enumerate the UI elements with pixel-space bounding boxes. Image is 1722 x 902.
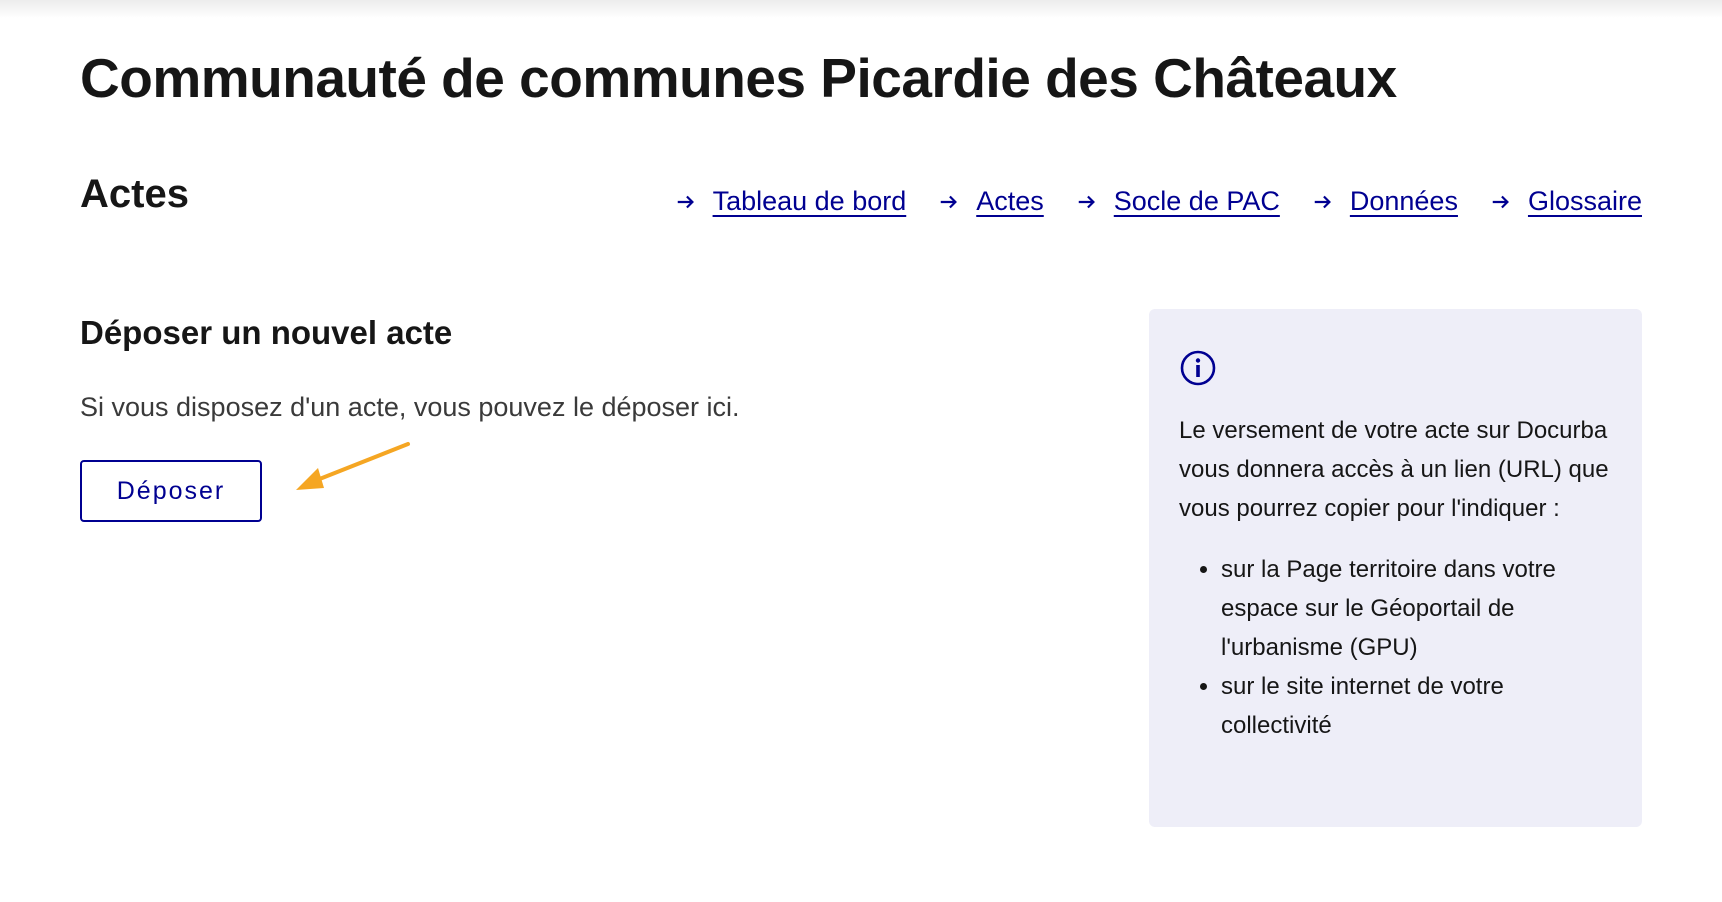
nav-link-tableau-de-bord[interactable]: Tableau de bord bbox=[675, 186, 907, 217]
deposit-button[interactable]: Déposer bbox=[80, 460, 262, 522]
nav-link-socle-de-pac[interactable]: Socle de PAC bbox=[1076, 186, 1280, 217]
info-circle-icon bbox=[1180, 350, 1216, 386]
arrow-right-icon bbox=[677, 195, 694, 208]
arrow-right-icon bbox=[940, 195, 958, 208]
page: Communauté de communes Picardie des Chât… bbox=[0, 0, 1722, 902]
info-bullet: sur le site internet de votre collectivi… bbox=[1221, 667, 1612, 745]
arrow-right-icon bbox=[1314, 195, 1331, 208]
nav-link-label: Glossaire bbox=[1527, 186, 1642, 216]
nav-link-label: Données bbox=[1349, 186, 1458, 216]
info-bullet: sur la Page territoire dans votre espace… bbox=[1221, 550, 1612, 667]
deposit-description: Si vous disposez d'un acte, vous pouvez … bbox=[80, 392, 740, 422]
section-title: Actes bbox=[80, 172, 189, 216]
nav-link-label: Actes bbox=[976, 186, 1044, 216]
nav-link-label: Tableau de bord bbox=[712, 186, 907, 216]
arrow-right-icon bbox=[1078, 195, 1095, 208]
annotation-arrow-icon bbox=[296, 442, 410, 490]
page-title: Communauté de communes Picardie des Chât… bbox=[80, 47, 1397, 109]
info-text: Le versement de votre acte sur Docurba v… bbox=[1179, 417, 1609, 522]
nav-link-actes[interactable]: Actes bbox=[938, 186, 1044, 217]
deposit-heading: Déposer un nouvel acte bbox=[80, 314, 453, 351]
arrow-right-icon bbox=[1492, 195, 1509, 208]
info-bullet-list: sur la Page territoire dans votre espace… bbox=[1179, 550, 1612, 745]
nav-link-label: Socle de PAC bbox=[1113, 186, 1280, 216]
nav-link-donnees[interactable]: Données bbox=[1312, 186, 1458, 217]
nav-link-glossaire[interactable]: Glossaire bbox=[1490, 186, 1642, 217]
section-nav: Tableau de bord Actes Socle de PAC Donné… bbox=[675, 186, 1642, 217]
info-callout: Le versement de votre acte sur Docurba v… bbox=[1149, 309, 1642, 827]
